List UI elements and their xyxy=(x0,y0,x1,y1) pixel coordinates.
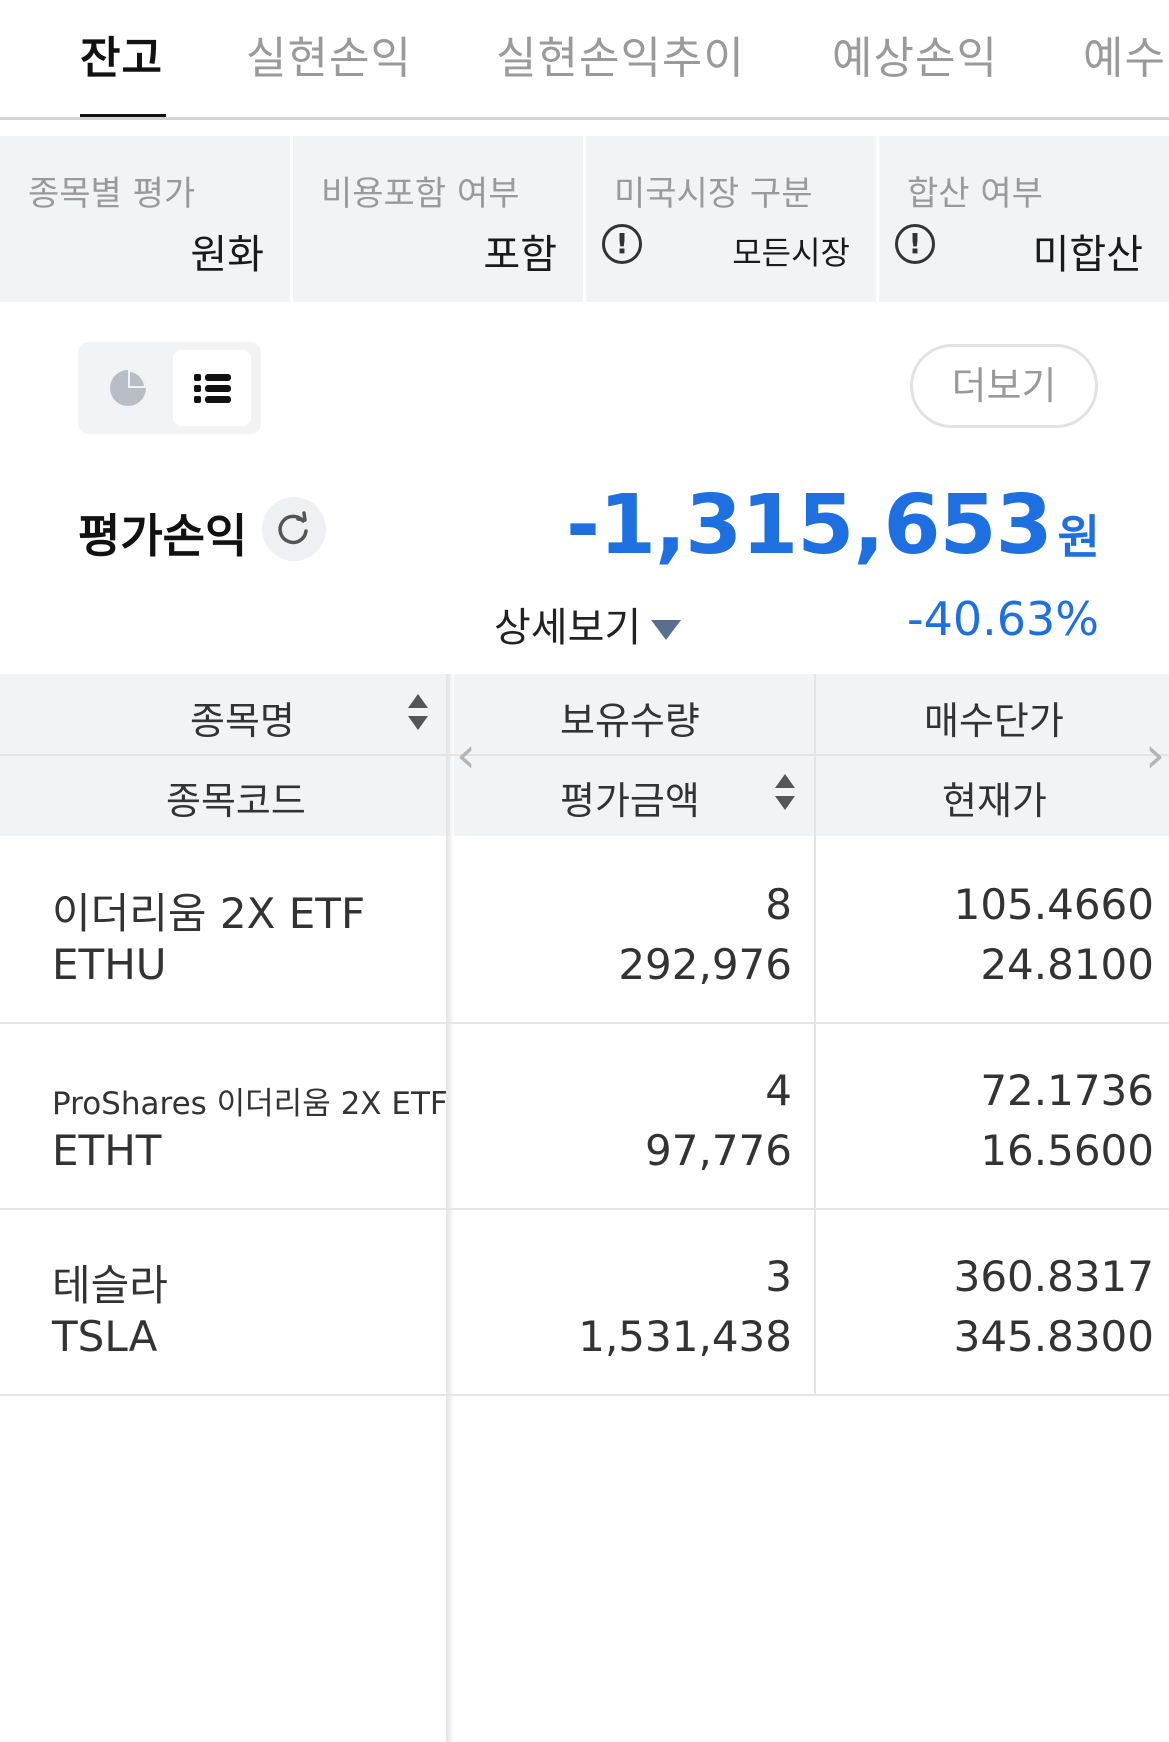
holding-quantity: 4 xyxy=(765,1066,792,1115)
filter-value: 포함 xyxy=(483,232,557,278)
more-button[interactable]: 더보기 xyxy=(910,344,1098,428)
filter-label: 종목별 평가 xyxy=(28,174,196,214)
active-tab-indicator xyxy=(80,114,166,117)
stock-name: 테슬라 xyxy=(52,1261,168,1310)
tab-expected-pl[interactable]: 예상손익 xyxy=(832,22,998,86)
filter-label: 합산 여부 xyxy=(907,174,1043,214)
eval-pl-rate: -40.63% xyxy=(907,592,1099,646)
tab-realized-pl[interactable]: 실현손익 xyxy=(246,22,412,86)
row-divider xyxy=(0,1208,1169,1210)
filter-bar: 종목별 평가 원화 비용포함 여부 포함 미국시장 구분 ! 모든시장 합산 여… xyxy=(0,136,1169,302)
sort-icon[interactable] xyxy=(408,694,428,734)
filter-us-market[interactable]: 미국시장 구분 ! 모든시장 xyxy=(586,136,876,302)
refresh-button[interactable] xyxy=(262,497,326,561)
current-price: 16.5600 xyxy=(980,1126,1154,1175)
info-icon[interactable]: ! xyxy=(895,224,935,264)
buy-price: 72.1736 xyxy=(980,1066,1154,1115)
current-price: 345.8300 xyxy=(953,1312,1154,1361)
tab-bar: 잔고 실현손익 실현손익추이 예상손익 예수 xyxy=(0,0,1169,120)
eval-amount: 97,776 xyxy=(645,1126,792,1175)
tab-realized-pl-trend[interactable]: 실현손익추이 xyxy=(496,22,745,86)
chevron-left-icon[interactable]: ‹ xyxy=(456,726,476,784)
stock-name: 이더리움 2X ETF xyxy=(52,889,366,938)
filter-value: 미합산 xyxy=(1032,232,1143,278)
list-icon xyxy=(194,374,231,403)
detail-toggle[interactable]: 상세보기 xyxy=(494,595,682,653)
eval-pl-amount: -1,315,653 원 xyxy=(565,478,1100,573)
pl-amount-value: -1,315,653 xyxy=(565,478,1053,573)
holding-quantity: 8 xyxy=(765,880,792,929)
caret-down-icon xyxy=(651,620,682,640)
header-buy-price: 매수단가 xyxy=(924,699,1064,743)
filter-value: 모든시장 xyxy=(732,234,850,272)
buy-price: 360.8317 xyxy=(953,1252,1154,1301)
tab-balance[interactable]: 잔고 xyxy=(80,22,163,86)
filter-aggregate[interactable]: 합산 여부 ! 미합산 xyxy=(879,136,1169,302)
stock-code: TSLA xyxy=(52,1312,158,1361)
row-divider xyxy=(0,1394,1169,1396)
eval-amount: 292,976 xyxy=(618,940,792,989)
header-stock-code: 종목코드 xyxy=(166,779,306,823)
eval-pl-label: 평가손익 xyxy=(78,509,248,563)
column-divider xyxy=(814,836,816,1394)
chevron-right-icon[interactable]: › xyxy=(1145,726,1165,784)
view-toggle xyxy=(78,342,261,434)
filter-label: 미국시장 구분 xyxy=(614,174,813,214)
header-current-price: 현재가 xyxy=(942,779,1047,823)
stock-code: ETHT xyxy=(52,1126,162,1175)
stock-name: ProShares 이더리움 2X ETF xyxy=(52,1086,448,1122)
filter-include-costs[interactable]: 비용포함 여부 포함 xyxy=(293,136,583,302)
refresh-icon xyxy=(278,511,308,545)
header-col-divider xyxy=(814,674,816,836)
stock-code: ETHU xyxy=(52,940,167,989)
sort-icon[interactable] xyxy=(775,774,795,814)
info-icon[interactable]: ! xyxy=(602,224,642,264)
filter-valuation-currency[interactable]: 종목별 평가 원화 xyxy=(0,136,290,302)
filter-value: 원화 xyxy=(190,232,264,278)
current-price: 24.8100 xyxy=(980,940,1154,989)
header-divider xyxy=(0,754,1169,756)
header-stock-name[interactable]: 종목명 xyxy=(190,690,295,745)
holdings-table: 종목명 종목코드 보유수량 평가금액 매수단가 현재가 ‹ › 이더리움 2X … xyxy=(0,674,1169,1742)
currency-unit: 원 xyxy=(1057,510,1100,564)
filter-label: 비용포함 여부 xyxy=(321,174,520,214)
header-eval-amount[interactable]: 평가금액 xyxy=(560,770,700,825)
list-view-button[interactable] xyxy=(173,350,251,426)
detail-label: 상세보기 xyxy=(494,605,642,651)
holding-quantity: 3 xyxy=(765,1252,792,1301)
eval-amount: 1,531,438 xyxy=(578,1312,792,1361)
row-divider xyxy=(0,1022,1169,1024)
buy-price: 105.4660 xyxy=(953,880,1154,929)
pie-chart-icon[interactable] xyxy=(108,368,148,408)
tab-deposit[interactable]: 예수 xyxy=(1083,22,1166,86)
header-quantity: 보유수량 xyxy=(560,699,700,743)
